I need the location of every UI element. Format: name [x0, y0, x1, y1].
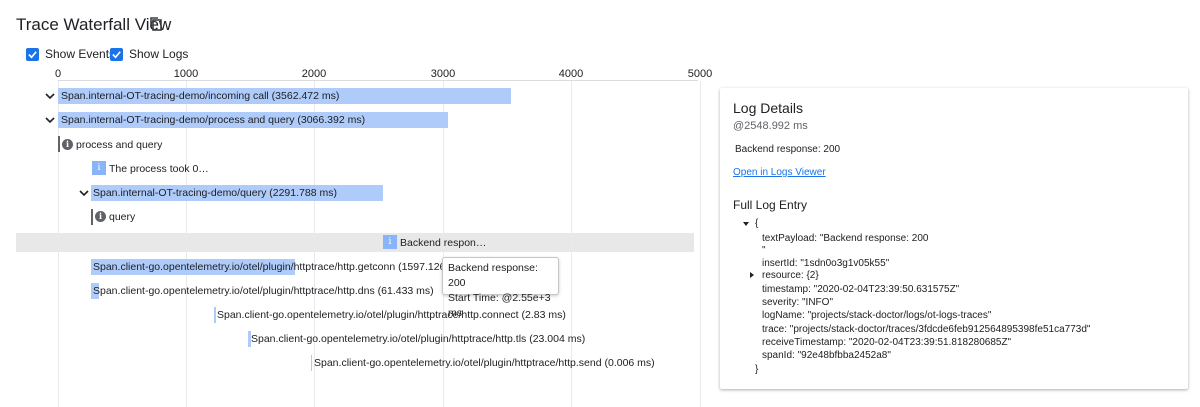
event-info-icon[interactable]: i [92, 161, 106, 175]
tooltip-start-time: Start Time: @2.55e+3 ms [448, 292, 551, 319]
axis-tick-label: 0 [54, 68, 62, 80]
log-label[interactable]: process and query [76, 139, 162, 151]
show-logs-toggle[interactable]: Show Logs [110, 47, 188, 61]
event-tooltip: Backend response: 200 Start Time: @2.55e… [442, 257, 559, 319]
event-info-icon[interactable]: i [383, 235, 397, 249]
span-label[interactable]: Span.client-go.opentelemetry.io/otel/plu… [93, 283, 434, 299]
chevron-down-icon[interactable] [78, 187, 90, 199]
show-events-toggle[interactable]: Show Events [26, 47, 115, 61]
tooltip-message: Backend response: 200 [448, 262, 538, 289]
log-details-message: Backend response: 200 [735, 144, 841, 155]
span-label[interactable]: Span.internal-OT-tracing-demo/query (229… [93, 185, 337, 201]
time-axis [58, 80, 698, 81]
info-icon[interactable]: i [95, 211, 106, 222]
log-entry-line: trace: "projects/stack-doctor/traces/3fd… [762, 324, 1091, 335]
axis-tick-label: 3000 [430, 68, 456, 80]
axis-tick-label: 1000 [173, 68, 199, 80]
expand-triangle-icon[interactable] [750, 272, 754, 278]
log-entry-line: receiveTimestamp: "2020-02-04T23:39:51.8… [762, 337, 1012, 348]
checkbox-checked-icon[interactable] [26, 47, 39, 61]
open-in-logs-viewer-link[interactable]: Open in Logs Viewer [733, 167, 826, 178]
chevron-down-icon[interactable] [44, 114, 56, 126]
log-entry-line: severity: "INFO" [762, 297, 833, 308]
event-label[interactable]: Backend respon… [400, 237, 486, 249]
axis-tick-label: 5000 [687, 68, 713, 80]
log-entry-line: } [755, 364, 759, 375]
grid-line [58, 81, 59, 407]
span-label[interactable]: Span.internal-OT-tracing-demo/incoming c… [61, 88, 339, 104]
log-entry-line: textPayload: "Backend response: 200 [762, 233, 929, 244]
axis-tick-label: 2000 [301, 68, 327, 80]
collapse-triangle-icon[interactable] [743, 222, 749, 226]
full-log-entry-title: Full Log Entry [733, 198, 808, 212]
log-entry-line: { [755, 218, 759, 229]
log-entry-line: " [762, 245, 766, 256]
log-details-panel: Log Details @2548.992 ms Backend respons… [720, 88, 1188, 389]
grid-line [186, 81, 187, 407]
span-bar[interactable] [214, 307, 216, 323]
copy-icon[interactable] [150, 17, 162, 31]
span-label[interactable]: Span.client-go.opentelemetry.io/otel/plu… [314, 355, 655, 371]
show-events-label: Show Events [45, 47, 116, 61]
page-title: Trace Waterfall View [16, 15, 172, 34]
selected-row-highlight [16, 233, 694, 252]
span-bar[interactable] [311, 355, 312, 371]
log-marker [91, 209, 93, 225]
span-label[interactable]: Span.client-go.opentelemetry.io/otel/plu… [93, 259, 466, 275]
log-label[interactable]: query [109, 211, 135, 223]
log-entry-line: insertId: "1sdn0o3g1v05k55" [762, 258, 890, 269]
log-marker [58, 136, 60, 152]
log-entry-line: spanId: "92e48bfbba2452a8" [762, 350, 891, 361]
log-entry-line[interactable]: resource: {2} [762, 270, 819, 281]
chevron-down-icon[interactable] [44, 90, 56, 102]
span-label[interactable]: Span.client-go.opentelemetry.io/otel/plu… [251, 331, 585, 347]
span-label[interactable]: Span.internal-OT-tracing-demo/process an… [61, 112, 365, 128]
axis-tick-label: 4000 [558, 68, 584, 80]
log-entry-line: logName: "projects/stack-doctor/logs/ot-… [762, 310, 992, 321]
log-details-time: @2548.992 ms [733, 120, 808, 132]
grid-line [700, 81, 701, 407]
log-entry-line: timestamp: "2020-02-04T23:39:50.631575Z" [762, 284, 960, 295]
info-icon[interactable]: i [62, 139, 73, 150]
log-details-title: Log Details [733, 100, 804, 116]
event-label[interactable]: The process took 0… [109, 163, 209, 175]
checkbox-checked-icon[interactable] [110, 47, 123, 61]
show-logs-label: Show Logs [129, 47, 189, 61]
